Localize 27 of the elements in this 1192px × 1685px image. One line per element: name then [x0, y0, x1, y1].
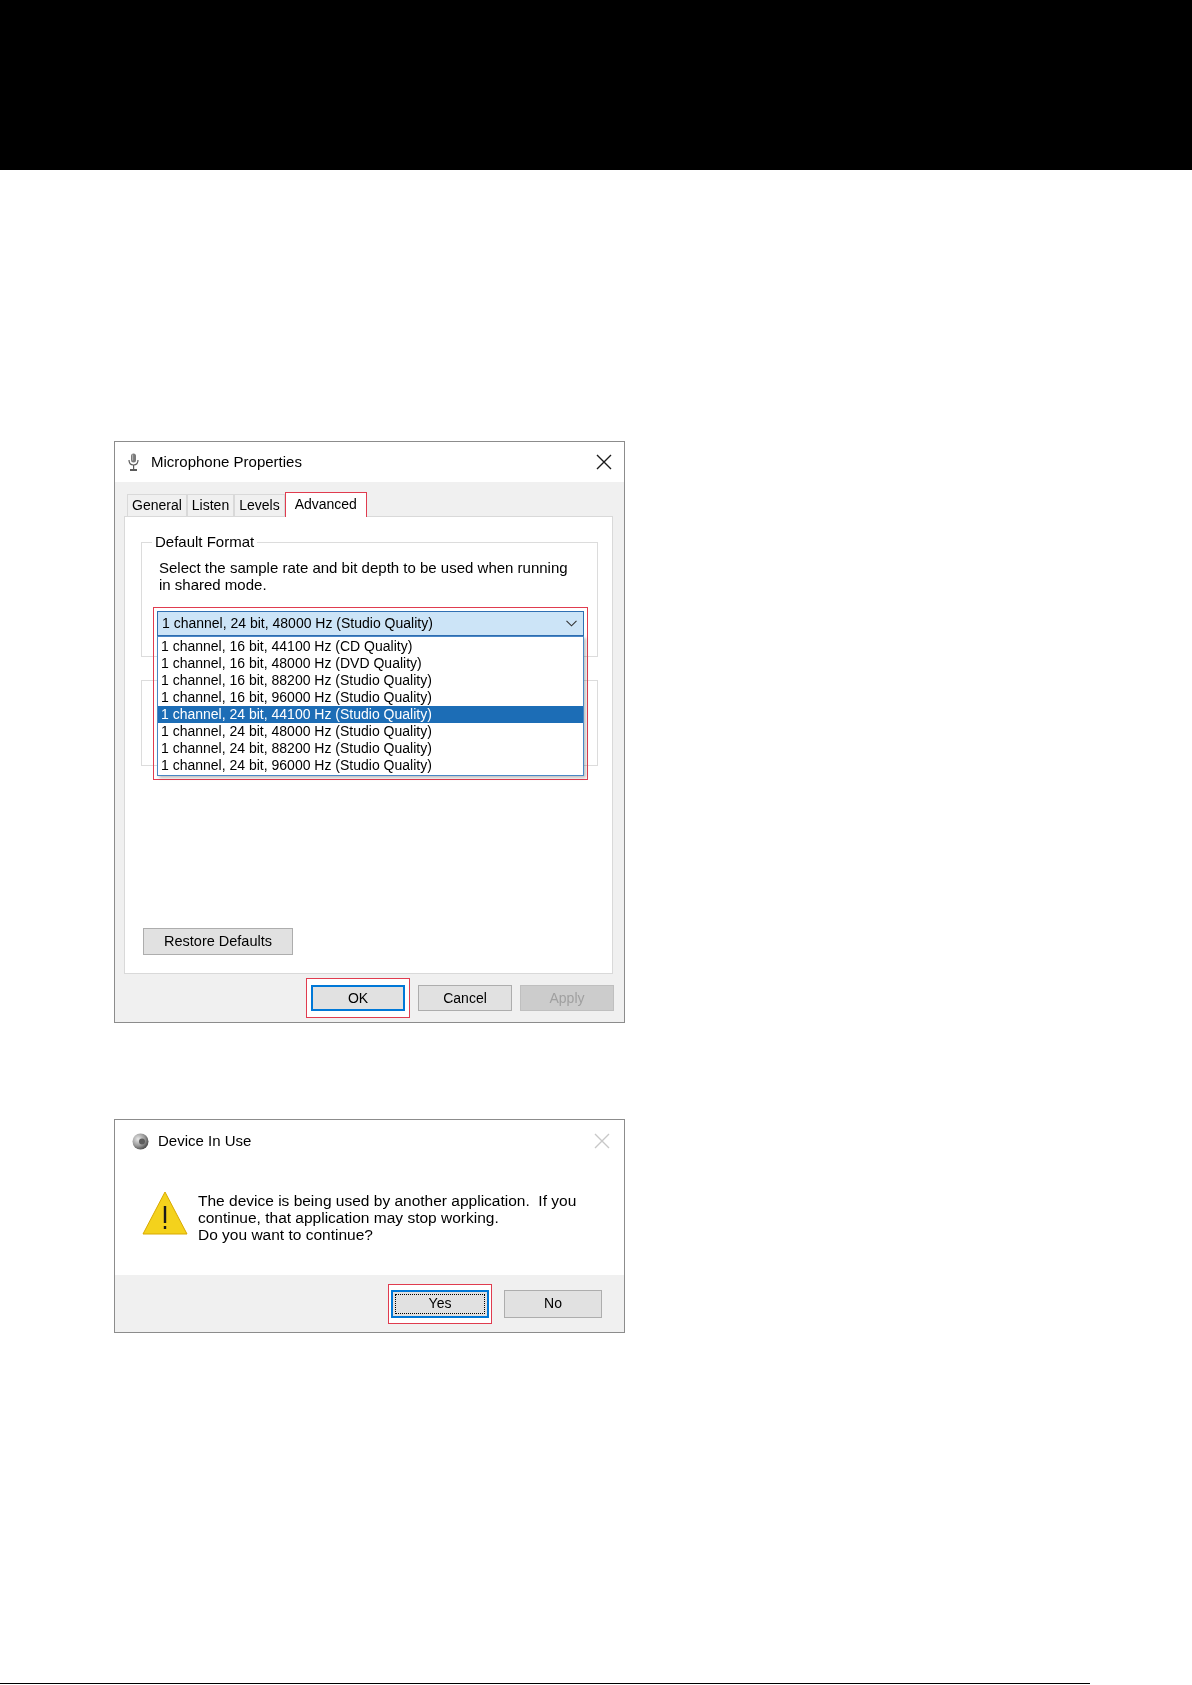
dialog-button[interactable]: Cancel: [418, 985, 512, 1011]
microphone-icon: [128, 453, 139, 471]
dialog-button[interactable]: OK: [311, 985, 405, 1011]
dropdown-option[interactable]: 1 channel, 16 bit, 44100 Hz (CD Quality): [158, 638, 583, 655]
speaker-icon: [132, 1132, 149, 1150]
tab[interactable]: General: [127, 494, 187, 516]
tab[interactable]: Listen: [186, 494, 235, 516]
dropdown-option[interactable]: 1 channel, 24 bit, 48000 Hz (Studio Quality): [158, 723, 583, 740]
chevron-down-icon: [566, 620, 577, 627]
dropdown-option[interactable]: 1 channel, 16 bit, 88200 Hz (Studio Quality): [158, 672, 583, 689]
dropdown-option[interactable]: 1 channel, 16 bit, 96000 Hz (Studio Quality): [158, 689, 583, 706]
description-text: Select the sample rate and bit depth to be used when running in shared mode.: [159, 559, 569, 593]
dropdown-option[interactable]: 1 channel, 24 bit, 44100 Hz (Studio Quality): [158, 706, 583, 723]
window-title: Device In Use: [158, 1130, 252, 1151]
window-title: Microphone Properties: [151, 451, 302, 472]
warning-icon: [142, 1190, 188, 1236]
group-label: Default Format: [154, 534, 256, 550]
dropdown-option[interactable]: 1 channel, 24 bit, 88200 Hz (Studio Quality): [158, 740, 583, 757]
format-dropdown[interactable]: 1 channel, 24 bit, 48000 Hz (Studio Quality): [157, 611, 584, 636]
tab[interactable]: Advanced: [284, 492, 367, 517]
tab[interactable]: Levels: [234, 494, 285, 516]
dialog-button[interactable]: Yes: [391, 1289, 489, 1318]
restore-defaults-button[interactable]: Restore Defaults: [143, 928, 293, 955]
dropdown-option[interactable]: 1 channel, 24 bit, 96000 Hz (Studio Quality): [158, 757, 583, 774]
dialog-button[interactable]: No: [504, 1289, 602, 1318]
message-text: The device is being used by another application. If you continue, that application may stop working. Do you want to continue?: [198, 1192, 577, 1243]
dropdown-option[interactable]: 1 channel, 16 bit, 48000 Hz (DVD Quality): [158, 655, 583, 672]
